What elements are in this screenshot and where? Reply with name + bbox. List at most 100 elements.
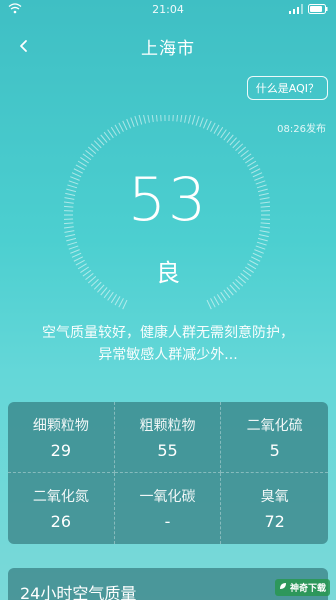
gauge-tick <box>187 115 191 124</box>
gauge-tick <box>82 153 92 161</box>
aqi-value: 53 <box>127 165 209 235</box>
status-bar: 21:04 <box>0 0 336 20</box>
gauge-tick <box>147 115 150 123</box>
gauge-tick <box>85 150 94 158</box>
pollutant-value: - <box>164 512 171 531</box>
gauge-tick <box>87 146 97 154</box>
gauge-tick <box>77 160 87 167</box>
header: 上海市 <box>0 30 336 62</box>
pollutant-cell-so2[interactable]: 二氧化硫 5 <box>221 402 328 473</box>
gauge-tick <box>216 294 224 304</box>
page-title: 上海市 <box>141 38 195 59</box>
gauge-tick <box>118 122 124 132</box>
back-button[interactable] <box>12 34 36 58</box>
chevron-left-icon <box>20 40 27 52</box>
gauge-tick <box>151 115 154 123</box>
gauge-tick <box>114 296 121 306</box>
status-time: 21:04 <box>152 3 184 16</box>
pollutant-label: 二氧化硫 <box>246 417 303 434</box>
gauge-tick <box>256 241 267 246</box>
pollutant-label: 细颗粒物 <box>32 417 89 434</box>
gauge-tick <box>210 122 216 132</box>
pollutant-label: 一氧化碳 <box>139 489 196 505</box>
pollutant-value: 72 <box>264 512 285 531</box>
gauge-tick <box>184 115 187 123</box>
pollutant-cell-pm10[interactable]: 粗颗粒物 55 <box>114 402 222 473</box>
gauge-tick <box>100 287 108 296</box>
gauge-tick <box>143 115 147 124</box>
gauge-tick <box>64 230 75 233</box>
gauge-tick <box>259 230 270 233</box>
pollutant-label: 粗颗粒物 <box>139 417 196 434</box>
gauge-tick <box>249 164 259 171</box>
gauge-tick <box>138 115 143 125</box>
gauge-tick <box>65 234 76 238</box>
pollutant-cell-o3[interactable]: 臭氧 72 <box>221 473 328 544</box>
gauge-tick <box>66 237 77 242</box>
publish-time: 08:26发布 <box>277 124 326 135</box>
section-24h-title: 24小时空气质量 <box>20 584 137 600</box>
gauge-tick <box>191 115 196 125</box>
watermark-logo: 神奇下载 <box>274 579 330 596</box>
gauge-tick <box>97 137 105 146</box>
gauge-tick <box>126 118 132 129</box>
gauge-tick <box>240 150 249 158</box>
pollutant-panel: 细颗粒物 29 粗颗粒物 55 二氧化硫 5 二氧化氮 26 一氧化碳 - 臭氧… <box>8 402 328 544</box>
gauge-tick <box>176 115 179 122</box>
gauge-tick <box>223 131 231 141</box>
gauge-tick <box>80 157 89 164</box>
gauge-tick <box>134 115 139 126</box>
gauge-tick <box>199 117 204 128</box>
gauge-tick <box>107 291 114 301</box>
pollutant-cell-pm25[interactable]: 细颗粒物 29 <box>8 402 115 473</box>
gauge-tick <box>93 140 102 149</box>
gauge-tick <box>216 126 224 136</box>
gauge-tick <box>68 245 79 250</box>
gauge-tick <box>107 129 114 139</box>
pollutant-cell-no2[interactable]: 二氧化氮 26 <box>8 473 115 544</box>
gauge-tick <box>118 298 124 308</box>
gauge-tick <box>223 289 231 299</box>
gauge-tick <box>235 143 244 152</box>
gauge-tick <box>160 115 162 122</box>
aqi-level: 良 <box>156 259 180 287</box>
gauge-tick <box>220 291 227 301</box>
gauge-tick <box>172 115 174 122</box>
gauge-tick <box>206 120 212 131</box>
gauge-tick <box>226 287 234 296</box>
what-is-aqi-button[interactable]: 什么是AQI？ <box>246 76 328 100</box>
gauge-tick <box>210 298 216 308</box>
gauge-tick <box>255 245 266 250</box>
gauge-tick <box>220 129 227 139</box>
leaf-icon <box>279 582 287 593</box>
gauge-tick <box>122 299 128 310</box>
gauge-tick <box>180 115 183 123</box>
gauge-tick <box>75 164 85 171</box>
watermark-text: 神奇下载 <box>289 584 326 594</box>
gauge-tick <box>110 294 118 304</box>
pollutant-cell-co[interactable]: 一氧化碳 - <box>115 473 222 544</box>
gauge-tick <box>110 126 118 136</box>
gauge-tick <box>90 143 99 152</box>
pollutant-label: 臭氧 <box>260 489 289 505</box>
gauge-tick <box>213 124 220 134</box>
gauge-tick <box>202 118 208 129</box>
gauge-tick <box>226 134 234 143</box>
gauge-tick <box>122 120 128 131</box>
gauge-tick <box>100 134 108 143</box>
gauge-tick <box>155 115 158 122</box>
gauge-tick <box>195 115 200 126</box>
gauge-tick <box>130 117 135 128</box>
gauge-tick <box>213 296 220 306</box>
pollutant-value: 5 <box>269 440 280 460</box>
pollutant-label: 二氧化氮 <box>32 489 89 505</box>
gauge-tick <box>258 234 269 238</box>
gauge-tick <box>245 157 254 164</box>
gauge-tick <box>103 289 111 299</box>
gauge-tick <box>247 160 257 167</box>
gauge-tick <box>232 140 241 149</box>
pollutant-value: 26 <box>50 512 71 531</box>
gauge-tick <box>237 146 247 154</box>
pollutant-value: 55 <box>157 440 178 460</box>
gauge-tick <box>229 137 237 146</box>
